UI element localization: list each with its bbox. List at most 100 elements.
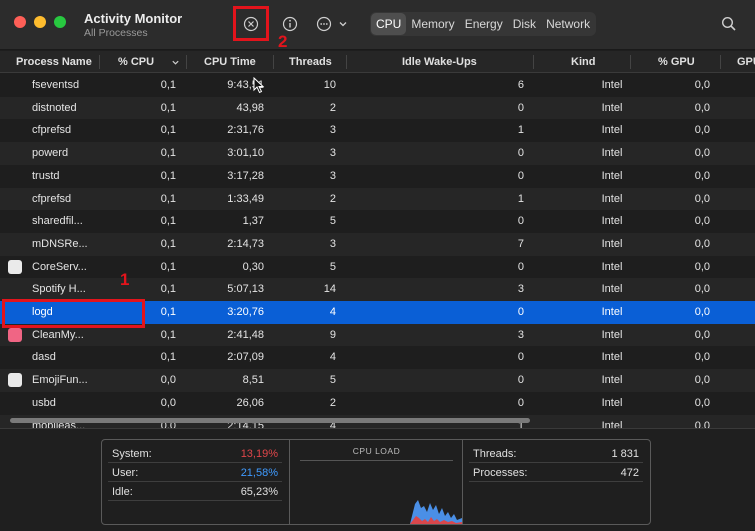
- info-circle-icon: [282, 16, 298, 32]
- annotation-number-2: 2: [278, 32, 288, 51]
- cpu-value: 0,1: [160, 237, 176, 250]
- cpu-value: 0,1: [160, 101, 176, 114]
- annotation-box-1: [2, 299, 145, 328]
- processes-label: Processes:: [473, 467, 528, 479]
- mouse-cursor-icon: [253, 77, 265, 94]
- tab-network[interactable]: Network: [541, 13, 595, 35]
- threads-value: 3: [329, 147, 336, 160]
- more-actions-button[interactable]: [312, 12, 352, 36]
- col-gpu-time[interactable]: GPU: [737, 51, 755, 73]
- idle-value: 0: [517, 101, 524, 114]
- idle-value: 0: [517, 215, 524, 228]
- kind-value: Intel: [601, 237, 623, 250]
- table-row[interactable]: trustd 0,1 3:17,28 3 0 Intel 0,0: [0, 165, 755, 188]
- table-row[interactable]: sharedfil... 0,1 1,37 5 0 Intel 0,0: [0, 210, 755, 233]
- cpu-load-graph: [410, 500, 462, 524]
- col-cpu[interactable]: % CPU: [118, 51, 154, 73]
- table-row[interactable]: CoreServ... 0,1 0,30 5 0 Intel 0,0: [0, 256, 755, 279]
- tab-energy[interactable]: Energy: [460, 13, 508, 35]
- col-kind[interactable]: Kind: [571, 51, 595, 73]
- gpu-value: 0,0: [694, 215, 710, 228]
- cpu-time-value: 2:31,76: [227, 124, 264, 137]
- threads-value: 5: [329, 374, 336, 387]
- process-name: powerd: [32, 147, 69, 160]
- kind-value: Intel: [601, 351, 623, 364]
- gpu-value: 0,0: [694, 237, 710, 250]
- processes-value: 472: [620, 467, 639, 479]
- idle-value: 65,23%: [240, 486, 278, 498]
- idle-value: 0: [517, 260, 524, 273]
- process-name: cfprefsd: [32, 192, 72, 205]
- table-row[interactable]: powerd 0,1 3:01,10 3 0 Intel 0,0: [0, 142, 755, 165]
- threads-value: 1 831: [611, 448, 639, 460]
- idle-value: 0: [517, 351, 524, 364]
- process-name: mDNSRe...: [32, 237, 88, 250]
- cpu-value: 0,1: [160, 147, 176, 160]
- kind-value: Intel: [601, 374, 623, 387]
- process-name: sharedfil...: [32, 215, 83, 228]
- cpu-time-value: 26,06: [236, 396, 264, 409]
- process-name: fseventsd: [32, 79, 80, 91]
- table-row[interactable]: EmojiFun... 0,0 8,51 5 0 Intel 0,0: [0, 369, 755, 392]
- zoom-window-button[interactable]: [54, 16, 66, 28]
- threads-label: Threads:: [473, 448, 517, 460]
- kind-value: Intel: [601, 419, 623, 429]
- process-name: dasd: [32, 351, 56, 364]
- idle-value: 6: [517, 79, 524, 91]
- gpu-value: 0,0: [694, 419, 710, 429]
- user-label: User:: [112, 467, 139, 479]
- col-process-name[interactable]: Process Name: [16, 51, 92, 73]
- table-row[interactable]: mDNSRe... 0,1 2:14,73 3 7 Intel 0,0: [0, 232, 755, 256]
- threads-value: 4: [329, 306, 336, 318]
- gpu-value: 0,0: [694, 328, 710, 341]
- minimize-window-button[interactable]: [34, 16, 46, 28]
- kind-value: Intel: [601, 215, 623, 228]
- process-name: cfprefsd: [32, 124, 72, 137]
- process-name: Spotify H...: [32, 283, 86, 296]
- close-window-button[interactable]: [14, 16, 26, 28]
- cpu-value: 0,1: [160, 192, 176, 205]
- table-row[interactable]: usbd 0,0 26,06 2 0 Intel 0,0: [0, 392, 755, 415]
- cpu-time-value: 5:07,13: [227, 283, 264, 296]
- gpu-value: 0,0: [694, 101, 710, 114]
- table-row[interactable]: fseventsd 0,1 9:43,51 10 6 Intel 0,0: [0, 74, 755, 97]
- col-cpu-time[interactable]: CPU Time: [204, 51, 256, 73]
- table-row[interactable]: Spotify H... 0,1 5:07,13 14 3 Intel 0,0: [0, 278, 755, 301]
- process-name: CoreServ...: [32, 260, 87, 273]
- cpu-load-divider: [300, 460, 453, 461]
- search-button[interactable]: [716, 12, 742, 36]
- table-row[interactable]: cfprefsd 0,1 1:33,49 2 1 Intel 0,0: [0, 187, 755, 211]
- cpu-load-title: CPU LOAD: [352, 446, 401, 456]
- cpu-time-value: 2:07,09: [227, 351, 264, 364]
- processes-stat: Processes: 472: [469, 464, 643, 482]
- gpu-value: 0,0: [694, 79, 710, 91]
- kind-value: Intel: [601, 260, 623, 273]
- tab-cpu[interactable]: CPU: [371, 13, 407, 35]
- idle-value: 7: [517, 237, 524, 250]
- cpu-usage-section: System: 13,19% User: 21,58% Idle: 65,23%: [102, 440, 290, 524]
- col-idle-wake-ups[interactable]: Idle Wake-Ups: [402, 51, 477, 73]
- gpu-value: 0,0: [694, 306, 710, 318]
- cpu-time-value: 2:14,73: [227, 237, 264, 250]
- process-name: usbd: [32, 396, 56, 409]
- col-threads[interactable]: Threads: [289, 51, 332, 73]
- tab-disk[interactable]: Disk: [508, 13, 541, 35]
- table-row[interactable]: distnoted 0,1 43,98 2 0 Intel 0,0: [0, 96, 755, 120]
- kind-value: Intel: [601, 283, 623, 296]
- idle-value: 0: [517, 396, 524, 409]
- tab-memory[interactable]: Memory: [406, 13, 459, 35]
- idle-value: 0: [517, 147, 524, 160]
- idle-value: 1: [517, 192, 524, 205]
- idle-stat: Idle: 65,23%: [108, 483, 282, 501]
- idle-value: 1: [517, 124, 524, 137]
- col-gpu[interactable]: % GPU: [658, 51, 695, 73]
- kind-value: Intel: [601, 328, 623, 341]
- cpu-load-section: CPU LOAD: [290, 440, 463, 524]
- kind-value: Intel: [601, 79, 623, 91]
- gpu-value: 0,0: [694, 169, 710, 182]
- table-row[interactable]: dasd 0,1 2:07,09 4 0 Intel 0,0: [0, 346, 755, 369]
- threads-value: 4: [329, 351, 336, 364]
- horizontal-scrollbar[interactable]: [10, 418, 530, 423]
- toolbar: Activity Monitor All Processes CPU Memor…: [0, 0, 755, 50]
- table-row[interactable]: cfprefsd 0,1 2:31,76 3 1 Intel 0,0: [0, 119, 755, 142]
